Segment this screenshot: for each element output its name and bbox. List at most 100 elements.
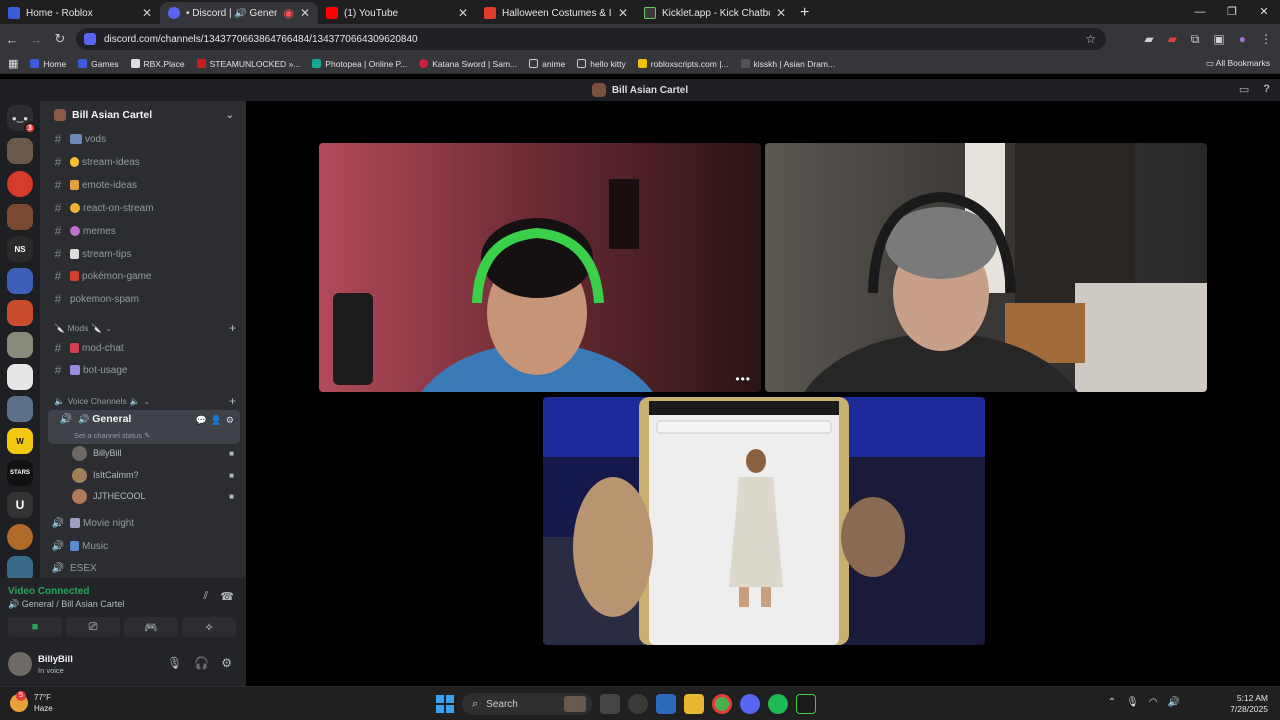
soundboard-button[interactable]: ✧	[182, 617, 236, 637]
tab-discord[interactable]: • Discord | 🔊 General | Bill ◉ ✕	[160, 2, 318, 24]
kick-app-icon[interactable]	[796, 694, 816, 714]
weather-widget[interactable]: 5 77°F Haze	[10, 691, 53, 714]
invite-user-icon[interactable]: 👤	[211, 415, 222, 426]
back-icon[interactable]: ←	[0, 32, 24, 47]
profile-avatar-icon[interactable]: ●	[1239, 32, 1246, 46]
menu-kebab-icon[interactable]: ⋮	[1260, 32, 1272, 46]
server-icon[interactable]	[7, 332, 33, 358]
apps-grid-icon[interactable]: ▦	[8, 57, 18, 70]
bookmark-folder-anime[interactable]: anime	[529, 59, 565, 69]
gear-icon[interactable]: ⚙	[221, 656, 232, 670]
video-tile-user-3[interactable]	[543, 397, 985, 645]
gear-icon[interactable]: ⚙	[226, 415, 234, 426]
photos-app-icon[interactable]	[656, 694, 676, 714]
address-bar[interactable]: discord.com/channels/1343770663864766484…	[76, 28, 1106, 50]
channel-pokemon-game[interactable]: # pokémon-game	[48, 266, 240, 286]
chevron-down-icon[interactable]: ⌄	[226, 110, 234, 121]
extension-icon[interactable]: ▰	[1168, 32, 1177, 46]
screen-share-button[interactable]: ⎚	[66, 617, 120, 637]
more-options-icon[interactable]: •••	[735, 372, 751, 386]
channel-react-on-stream[interactable]: # react-on-stream	[48, 198, 240, 218]
close-tab-icon[interactable]: ✕	[776, 6, 786, 20]
microphone-icon[interactable]: 🎙	[167, 656, 182, 670]
add-channel-icon[interactable]: +	[229, 394, 236, 408]
microphone-icon[interactable]: 🎙	[1126, 697, 1139, 708]
voice-channel-music[interactable]: 🔊 Music	[48, 536, 240, 556]
server-icon[interactable]: W	[7, 428, 33, 454]
voice-channel-general[interactable]: 🔊 🔊 General Set a channel status ✎ 💬 👤 ⚙	[48, 410, 240, 444]
close-window-icon[interactable]: ✕	[1248, 0, 1280, 24]
bookmark-home[interactable]: Home	[30, 59, 66, 69]
side-panel-icon[interactable]: ▣	[1213, 32, 1224, 46]
clock[interactable]: 5:12 AM 7/28/2025	[1230, 693, 1268, 715]
help-icon[interactable]: ?	[1263, 83, 1270, 96]
channel-mod-chat[interactable]: # mod-chat	[48, 338, 240, 358]
extension-icon[interactable]: ▰	[1144, 32, 1153, 46]
voice-user[interactable]: IsItCalmm? ■	[72, 465, 238, 485]
bookmark-robloxscripts[interactable]: robloxscripts.com |...	[637, 59, 729, 69]
new-tab-button[interactable]: +	[800, 2, 809, 24]
server-icon-stars[interactable]: STARS	[7, 460, 33, 486]
server-header[interactable]: Bill Asian Cartel ⌄	[40, 101, 246, 129]
disconnect-icon[interactable]: ☎	[220, 590, 234, 603]
server-icon[interactable]	[7, 364, 33, 390]
server-icon[interactable]	[7, 300, 33, 326]
bookmark-folder-hello-kitty[interactable]: hello kitty	[577, 59, 626, 69]
task-view-icon[interactable]	[600, 694, 620, 714]
inbox-icon[interactable]: ▭	[1239, 83, 1249, 96]
bookmark-katana[interactable]: Katana Sword | Sam...	[419, 59, 517, 69]
tab-youtube[interactable]: (1) YouTube ✕	[318, 2, 476, 24]
activities-button[interactable]: 🎮	[124, 617, 178, 637]
channel-vods[interactable]: # vods	[48, 129, 240, 149]
add-channel-icon[interactable]: +	[229, 321, 236, 335]
bookmark-steamunlocked[interactable]: STEAMUNLOCKED »...	[196, 59, 300, 69]
close-tab-icon[interactable]: ✕	[300, 6, 310, 20]
bookmark-star-icon[interactable]: ☆	[1085, 32, 1096, 46]
channel-stream-ideas[interactable]: # stream-ideas	[48, 152, 240, 172]
server-icon[interactable]	[7, 204, 33, 230]
category-mods[interactable]: 🔪 Mods 🔪 ⌄ +	[54, 321, 240, 335]
server-icon[interactable]	[7, 524, 33, 550]
noise-suppression-icon[interactable]: ⫽	[203, 590, 208, 603]
headphones-icon[interactable]: 🎧	[194, 656, 209, 670]
bookmark-games[interactable]: Games	[78, 59, 119, 69]
category-voice-channels[interactable]: 🔈 Voice Channels 🔈 ⌄ +	[54, 394, 240, 408]
bookmark-photopea[interactable]: Photopea | Online P...	[312, 59, 407, 69]
tab-halloween[interactable]: Halloween Costumes & Ideas fo ✕	[476, 2, 636, 24]
reload-icon[interactable]: ↻	[48, 31, 72, 47]
voice-user[interactable]: BillyBill ■	[72, 443, 238, 463]
camera-toggle-button[interactable]: ■	[8, 617, 62, 637]
avatar[interactable]	[8, 652, 32, 676]
server-icon[interactable]	[7, 396, 33, 422]
user-name[interactable]: BillyBill	[38, 654, 73, 665]
restore-icon[interactable]: ❐	[1216, 0, 1248, 24]
server-icon[interactable]	[7, 268, 33, 294]
voice-channel-movie-night[interactable]: 🔊 Movie night	[48, 513, 240, 533]
server-icon-ns[interactable]: NS	[7, 236, 33, 262]
chrome-icon[interactable]	[712, 694, 732, 714]
extensions-puzzle-icon[interactable]: ⧉	[1191, 32, 1200, 47]
voice-user[interactable]: JJTHECOOL ■	[72, 486, 238, 506]
url-text[interactable]: discord.com/channels/1343770663864766484…	[104, 34, 418, 45]
bookmark-kisskh[interactable]: kisskh | Asian Dram...	[740, 59, 835, 69]
taskbar-search[interactable]: ⌕ Search	[462, 693, 592, 715]
chat-bubble-icon[interactable]: 💬	[195, 415, 206, 426]
chevron-up-icon[interactable]: ⌃	[1108, 697, 1116, 708]
tab-roblox[interactable]: Home - Roblox ✕	[0, 2, 160, 24]
discord-app-icon[interactable]	[740, 694, 760, 714]
server-icon[interactable]	[7, 171, 33, 197]
file-explorer-icon[interactable]	[684, 694, 704, 714]
minimize-icon[interactable]: —	[1184, 0, 1216, 24]
volume-icon[interactable]: 🔊	[1168, 697, 1180, 708]
close-tab-icon[interactable]: ✕	[142, 6, 152, 20]
channel-memes[interactable]: # memes	[48, 221, 240, 241]
bookmark-rbxplace[interactable]: RBX.Place	[130, 59, 185, 69]
spotify-icon[interactable]	[768, 694, 788, 714]
server-icon[interactable]	[7, 138, 33, 164]
site-info-icon[interactable]	[84, 33, 96, 45]
app-icon[interactable]	[628, 694, 648, 714]
channel-status[interactable]: Set a channel status ✎	[74, 431, 150, 440]
close-tab-icon[interactable]: ✕	[618, 6, 628, 20]
close-tab-icon[interactable]: ✕	[458, 6, 468, 20]
wifi-icon[interactable]: ◠	[1149, 697, 1158, 708]
